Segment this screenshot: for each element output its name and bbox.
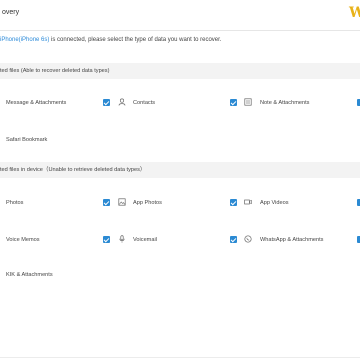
checkbox-contacts[interactable]	[230, 99, 237, 106]
section-existing-heading: ted files in device（Unable to retrieve d…	[0, 162, 360, 178]
checkbox-voicemail[interactable]	[230, 236, 237, 243]
checkbox-app-photos[interactable]	[230, 199, 237, 206]
whatsapp-icon	[244, 235, 252, 243]
checkbox-voice-memos[interactable]	[103, 236, 110, 243]
item-label-photos: Photos	[6, 200, 24, 206]
note-icon	[244, 98, 252, 106]
device-name: iPhone(iPhone 6s)	[0, 37, 50, 43]
image-icon	[118, 198, 126, 206]
checkbox-message[interactable]	[103, 99, 110, 106]
item-label-message: Message & Attachments	[6, 100, 67, 106]
person-icon	[118, 98, 126, 106]
brand-logo: W	[349, 5, 360, 21]
item-label-voicemail: Voicemail	[133, 237, 157, 243]
title-bar: overy W	[0, 0, 360, 31]
checkbox-photos[interactable]	[103, 199, 110, 206]
item-label-app-videos: App Videos	[260, 200, 289, 206]
video-icon	[244, 199, 252, 205]
bottom-divider	[0, 357, 360, 358]
item-label-voice-memos: Voice Memos	[6, 237, 40, 243]
window-title: overy	[2, 9, 20, 16]
item-label-whatsapp: WhatsApp & Attachments	[260, 237, 324, 243]
item-label-safari: Safari Bookmark	[6, 137, 48, 143]
connection-message: is connected, please select the type of …	[49, 37, 222, 43]
microphone-icon	[119, 235, 125, 243]
item-label-kik: KIK & Attachments	[6, 272, 53, 278]
item-label-notes: Note & Attachments	[260, 100, 310, 106]
connection-status: iPhone(iPhone 6s) is connected, please s…	[0, 37, 221, 43]
item-label-app-photos: App Photos	[133, 200, 162, 206]
section-deleted-heading: ted files (Able to recover deleted data …	[0, 63, 360, 79]
item-label-contacts: Contacts	[133, 100, 156, 106]
